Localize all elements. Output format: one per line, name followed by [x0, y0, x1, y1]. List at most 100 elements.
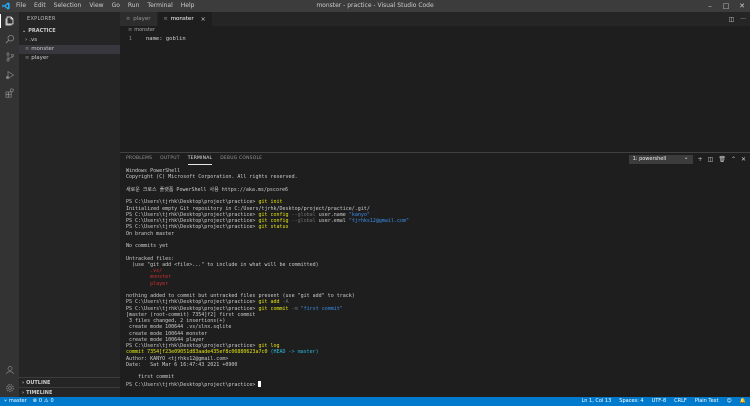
- close-icon[interactable]: ✕: [734, 0, 750, 12]
- sidebar-title: EXPLORER: [27, 16, 56, 22]
- prompt: PS C:\Users\tjrhk\Desktop\project\practi…: [126, 299, 256, 306]
- split-editor-icon[interactable]: ◫: [729, 16, 735, 23]
- run-debug-icon[interactable]: [0, 66, 19, 84]
- file-lines-icon: ≡: [163, 16, 168, 22]
- source-control-icon: ⑂: [4, 398, 8, 404]
- menu-terminal[interactable]: Terminal: [143, 0, 176, 12]
- activity-bar-bottom: [0, 361, 19, 397]
- title-bar: File Edit Selection View Go Run Terminal…: [0, 0, 750, 12]
- command: git add: [258, 299, 280, 306]
- code-line[interactable]: 1 name: goblin: [120, 35, 750, 43]
- section-practice[interactable]: ⌄ PRACTICE: [19, 26, 120, 36]
- terminal-cursor: [258, 380, 262, 387]
- menu-selection[interactable]: Selection: [50, 0, 86, 12]
- command: git status: [258, 224, 289, 231]
- close-icon[interactable]: ×: [201, 16, 206, 23]
- panel-tabs: PROBLEMS OUTPUT TERMINAL DEBUG CONSOLE 1…: [120, 153, 750, 165]
- menu-run[interactable]: Run: [124, 0, 144, 12]
- command: git init: [258, 199, 283, 206]
- source-control-icon[interactable]: [0, 48, 19, 66]
- menu-file[interactable]: File: [12, 0, 30, 12]
- command-arg: user.emal: [318, 218, 346, 224]
- editor-tabs: ≡ player ≡ monster × ◫ ···: [120, 12, 750, 26]
- file-lines-icon: ≡: [25, 55, 30, 61]
- terminal-select[interactable]: 1: powershell: [628, 154, 693, 164]
- explorer-icon[interactable]: [0, 12, 19, 30]
- tab-player[interactable]: ≡ player: [120, 12, 158, 26]
- command-flag: -m: [291, 305, 298, 312]
- menu-view[interactable]: View: [85, 0, 107, 12]
- end-of-line[interactable]: CRLF: [674, 397, 687, 406]
- tab-label: monster: [170, 16, 194, 22]
- code-text: name: goblin: [146, 36, 186, 42]
- tab-terminal[interactable]: TERMINAL: [187, 153, 213, 165]
- menu-edit[interactable]: Edit: [30, 0, 50, 12]
- add-terminal-icon[interactable]: +: [698, 156, 703, 163]
- split-terminal-icon[interactable]: ◫: [708, 156, 714, 163]
- account-icon[interactable]: [0, 361, 19, 379]
- branch-status[interactable]: ⑂ master: [4, 397, 27, 406]
- tab-problems[interactable]: PROBLEMS: [126, 153, 152, 165]
- prompt: PS C:\Users\tjrhk\Desktop\project\practi…: [126, 224, 256, 231]
- section-outline[interactable]: › OUTLINE: [19, 377, 120, 387]
- menu-help[interactable]: Help: [177, 0, 199, 12]
- more-actions-icon[interactable]: ···: [740, 16, 746, 23]
- prompt: PS C:\Users\tjrhk\Desktop\project\practi…: [126, 211, 256, 218]
- warning-count: 0: [50, 398, 54, 404]
- window-controls: – □ ✕: [702, 0, 750, 12]
- cursor-position[interactable]: Ln 1, Col 13: [582, 397, 612, 406]
- prompt: PS C:\Users\tjrhk\Desktop\project\practi…: [126, 343, 256, 349]
- indentation[interactable]: Spaces: 4: [619, 397, 643, 406]
- tab-output[interactable]: OUTPUT: [160, 153, 180, 165]
- trash-icon[interactable]: 🗑: [718, 156, 726, 163]
- problems-status[interactable]: ⊗ 0 ⚠ 0: [33, 397, 54, 406]
- panel-actions: 1: powershell + ◫ 🗑 ⌃ ✕: [628, 154, 746, 164]
- tree-item-player[interactable]: ≡ player: [19, 54, 120, 63]
- vscode-logo-icon: [0, 0, 12, 12]
- extensions-icon[interactable]: [0, 84, 19, 102]
- command-flag: --global: [291, 218, 316, 224]
- language-mode[interactable]: Plain Text: [695, 397, 719, 406]
- command: git config: [258, 218, 289, 224]
- commit-ref: (HEAD -> master): [270, 349, 319, 356]
- explorer-sidebar: EXPLORER ⌄ PRACTICE › .vs ≡ monster ≡ pl…: [19, 12, 120, 397]
- error-icon: ⊗: [32, 398, 37, 404]
- command: git config: [258, 211, 289, 218]
- bottom-panel: PROBLEMS OUTPUT TERMINAL DEBUG CONSOLE 1…: [120, 152, 750, 397]
- command-arg: user.name: [318, 211, 346, 218]
- search-icon[interactable]: [0, 30, 19, 48]
- warning-icon: ⚠: [44, 398, 49, 404]
- tab-label: player: [133, 16, 151, 22]
- prompt: PS C:\Users\tjrhk\Desktop\project\practi…: [126, 305, 256, 312]
- prompt: PS C:\Users\tjrhk\Desktop\project\practi…: [126, 199, 256, 206]
- feedback-icon[interactable]: ☺: [727, 397, 732, 406]
- encoding[interactable]: UTF-8: [652, 397, 667, 406]
- tree-item-monster[interactable]: ≡ monster: [19, 45, 120, 54]
- chevron-up-icon[interactable]: ⌃: [731, 156, 736, 163]
- minimize-icon[interactable]: –: [702, 0, 718, 12]
- file-lines-icon: ≡: [128, 27, 133, 33]
- editor-area: ≡ player ≡ monster × ◫ ··· ≡ monster 1 n…: [120, 12, 750, 152]
- terminal-output[interactable]: Windows PowerShell Copyright (C) Microso…: [120, 165, 750, 388]
- tree-item-label: .vs: [29, 37, 38, 43]
- branch-name: master: [9, 398, 27, 404]
- command-flag: -A: [282, 299, 289, 306]
- status-left: ⑂ master ⊗ 0 ⚠ 0: [0, 397, 54, 406]
- tab-monster[interactable]: ≡ monster ×: [157, 12, 213, 26]
- section-timeline[interactable]: › TIMELINE: [19, 387, 120, 397]
- breadcrumb-label: monster: [134, 27, 155, 33]
- breadcrumb[interactable]: ≡ monster: [120, 26, 750, 35]
- close-icon[interactable]: ✕: [741, 156, 746, 163]
- tree-item-vs[interactable]: › .vs: [19, 36, 120, 45]
- gear-icon[interactable]: [0, 379, 19, 397]
- status-right: Ln 1, Col 13 Spaces: 4 UTF-8 CRLF Plain …: [582, 397, 747, 406]
- maximize-icon[interactable]: □: [718, 0, 734, 12]
- menu-go[interactable]: Go: [108, 0, 124, 12]
- tree-item-label: monster: [31, 46, 55, 52]
- chevron-right-icon: ›: [22, 389, 25, 396]
- command-string: "kanyo": [348, 211, 370, 218]
- commit-hash: commit 7354]f23e09051d83aade435ef8c06880…: [126, 349, 268, 356]
- tab-debug-console[interactable]: DEBUG CONSOLE: [220, 153, 262, 165]
- sidebar-bottom-sections: › OUTLINE › TIMELINE: [19, 377, 120, 397]
- bell-icon[interactable]: 🔔: [740, 397, 746, 406]
